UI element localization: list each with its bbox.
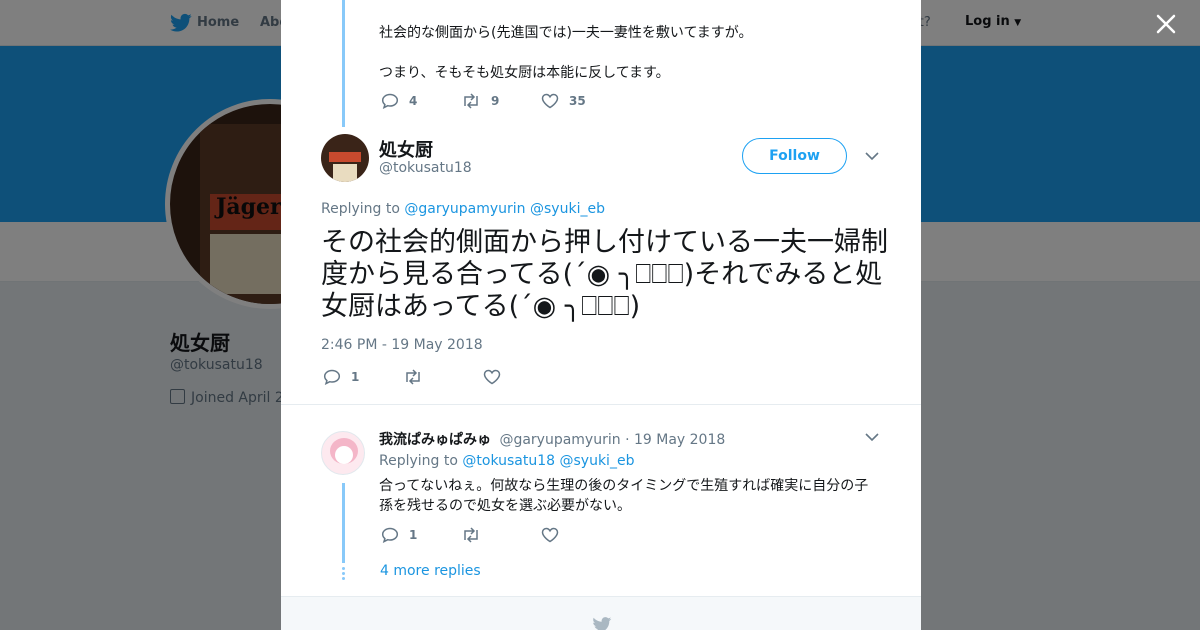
ancestor-tweet-actions: 4 9 35 [381,93,621,109]
reply-icon [381,93,399,109]
avatar-bottle-sticker [333,164,357,182]
retweet-icon [406,369,420,385]
ancestor-tweet-text-line-2: つまり、そもそも処女厨は本能に反してます。 [379,65,670,81]
more-replies-link[interactable]: 4 more replies [380,563,481,579]
reply-action[interactable]: 1 [381,527,461,543]
reply-action[interactable]: 4 [381,93,461,109]
reply-date[interactable]: · 19 May 2018 [625,432,725,448]
reply-icon [323,369,341,385]
like-count: 35 [569,94,586,108]
tweet-author-name[interactable]: 処女厨 [379,136,433,162]
replying-to-user-link[interactable]: @tokusatu18 [462,453,555,469]
retweet-icon [464,527,478,543]
chevron-down-icon[interactable] [865,432,879,442]
close-icon[interactable] [1154,12,1178,36]
divider [281,404,921,405]
tweet-text: その社会的側面から押し付けている一夫一婦制度から見る合ってる(´◉ ╮⎕⎕⎕)そ… [321,227,888,322]
replying-to: Replying to @garyupamyurin @syuki_eb [321,201,605,217]
reply-count: 1 [351,370,360,384]
reply-count: 4 [409,94,418,108]
replying-prefix: Replying to [379,453,458,469]
reply-tweet-text: 合ってないねぇ。何故なら生理の後のタイミングで生殖すれば確実に自分の子孫を残せる… [379,478,869,514]
conversation-thread-line [342,0,345,127]
twitter-bird-icon [593,617,612,630]
replying-to-user-link[interactable]: @syuki_eb [530,201,605,217]
replying-prefix: Replying to [321,201,400,217]
avatar-bottle-label [329,152,361,162]
conversation-thread-line [342,483,345,563]
reply-action[interactable]: 1 [323,369,403,385]
ancestor-tweet-text-line-1: 社会的な側面から(先進国では)一夫一妻性を敷いてますが。 [379,25,753,41]
replying-to-user-link[interactable]: @garyupamyurin [404,201,525,217]
reply-count: 1 [409,528,418,542]
like-action[interactable] [483,369,563,385]
replying-to: Replying to @tokusatu18 @syuki_eb [379,453,634,469]
heart-icon [483,369,501,385]
avatar-face [335,446,353,464]
tweet-permalink-modal: 社会的な側面から(先進国では)一夫一妻性を敷いてますが。 つまり、そもそも処女厨… [281,0,921,630]
tweet-actions: 1 [323,369,563,385]
thread-dots [342,567,345,582]
reply-header: 我流ぱみゅぱみゅ @garyupamyurin · 19 May 2018 [379,429,725,449]
like-action[interactable] [541,527,621,543]
heart-icon [541,93,559,109]
reply-icon [381,527,399,543]
reply-author-name[interactable]: 我流ぱみゅぱみゅ [379,432,491,448]
retweet-icon [464,93,478,109]
chevron-down-icon[interactable] [865,151,879,161]
tweet-timestamp[interactable]: 2:46 PM - 19 May 2018 [321,337,483,353]
follow-button[interactable]: Follow [742,138,847,174]
replying-to-user-link[interactable]: @syuki_eb [560,453,635,469]
reply-author-avatar[interactable] [321,431,365,475]
retweet-action[interactable] [461,527,541,543]
modal-footer [281,596,921,630]
like-action[interactable]: 35 [541,93,621,109]
heart-icon [541,527,559,543]
retweet-action[interactable]: 9 [461,93,541,109]
tweet-author-avatar[interactable] [321,134,369,182]
retweet-count: 9 [491,94,500,108]
reply-tweet-actions: 1 [381,527,621,543]
tweet-author-handle[interactable]: @tokusatu18 [379,160,472,176]
retweet-action[interactable] [403,369,483,385]
reply-author-handle[interactable]: @garyupamyurin [499,432,620,448]
